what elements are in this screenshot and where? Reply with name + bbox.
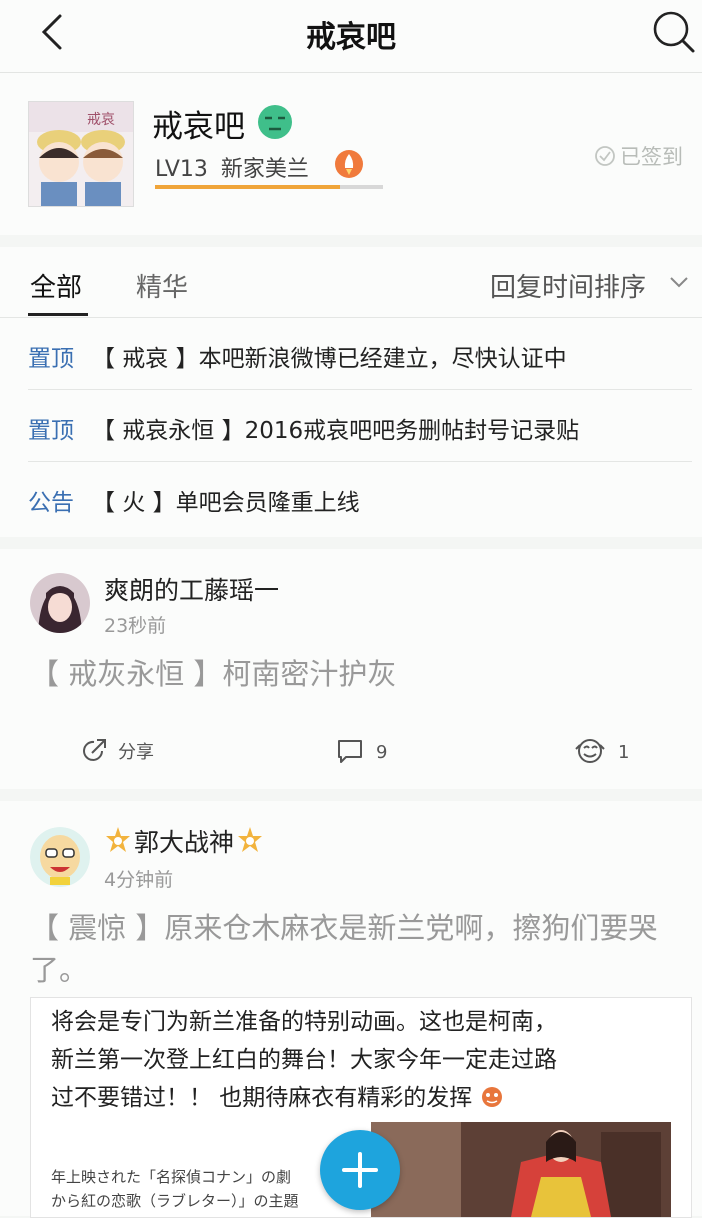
avatar[interactable] xyxy=(30,827,90,887)
top-bar: 戒哀吧 xyxy=(0,0,702,73)
svg-text:戒哀: 戒哀 xyxy=(87,112,115,128)
preview-text-line: 过不要错过！！ 也期待麻衣有精彩的发挥 xyxy=(51,1078,504,1112)
chevron-down-icon[interactable] xyxy=(668,275,690,289)
tab-essence[interactable]: 精华 xyxy=(136,267,188,304)
preview-text-line: 将会是专门为新兰准备的特别动画。这也是柯南， xyxy=(51,1009,557,1035)
avatar[interactable] xyxy=(30,573,90,633)
emoji-icon xyxy=(481,1087,502,1107)
signed-check-icon xyxy=(595,146,615,166)
forum-header: 戒哀 戒哀吧 LV13 新家美兰 已签到 xyxy=(0,73,702,235)
new-post-button[interactable] xyxy=(320,1130,400,1210)
post-card[interactable]: 爽朗的工藤瑶一 23秒前 【 戒灰永恒 】柯南密汁护灰 分享 9 1 xyxy=(0,549,702,789)
post-time: 23秒前 xyxy=(104,615,167,637)
pinned-tag: 置顶 xyxy=(28,346,74,372)
divider xyxy=(0,317,702,318)
post-time: 4分钟前 xyxy=(104,869,174,891)
share-icon xyxy=(83,739,106,761)
comment-button[interactable]: 9 xyxy=(336,737,387,765)
post-author[interactable]: 郭大战神 xyxy=(102,823,266,859)
level-progress-fill xyxy=(155,185,340,189)
tab-all[interactable]: 全部 xyxy=(30,267,82,304)
forum-name: 戒哀吧 xyxy=(152,109,245,145)
search-icon[interactable] xyxy=(650,8,696,54)
sort-dropdown[interactable]: 回复时间排序 xyxy=(490,267,646,304)
notice-text: 【 火 】单吧会员隆重上线 xyxy=(92,490,360,516)
post-author-name: 郭大战神 xyxy=(134,828,235,857)
notice-tag: 公告 xyxy=(28,490,74,516)
pinned-text: 【 戒哀永恒 】2016戒哀吧吧务删帖封号记录贴 xyxy=(92,418,580,444)
like-icon xyxy=(575,739,605,763)
plus-icon xyxy=(342,1152,378,1188)
level-number: LV13 xyxy=(155,157,208,182)
sign-status-label: 已签到 xyxy=(620,145,683,169)
pinned-item[interactable]: 置顶【 戒哀永恒 】2016戒哀吧吧务删帖封号记录贴 xyxy=(28,411,579,445)
level-title: 新家美兰 xyxy=(220,157,309,182)
preview-photo xyxy=(371,1122,671,1217)
tabs-panel: 全部 精华 回复时间排序 置顶【 戒哀 】本吧新浪微博已经建立，尽快认证中 置顶… xyxy=(0,247,702,537)
like-button[interactable]: 1 xyxy=(574,737,629,765)
pinned-text: 【 戒哀 】本吧新浪微博已经建立，尽快认证中 xyxy=(92,346,567,372)
preview-text-content: 过不要错过！！ 也期待麻衣有精彩的发挥 xyxy=(51,1085,473,1111)
pinned-item[interactable]: 置顶【 戒哀 】本吧新浪微博已经建立，尽快认证中 xyxy=(28,339,567,373)
share-button[interactable]: 分享 xyxy=(80,737,154,765)
star-badge-icon xyxy=(238,827,263,852)
comment-count: 9 xyxy=(376,742,388,763)
post-title[interactable]: 【 震惊 】原来仓木麻衣是新兰党啊，擦狗们要哭了。 xyxy=(30,907,680,991)
like-count: 1 xyxy=(618,742,630,763)
level-face-icon xyxy=(258,105,292,139)
share-label: 分享 xyxy=(118,742,154,763)
post-title[interactable]: 【 戒灰永恒 】柯南密汁护灰 xyxy=(30,653,680,695)
forum-avatar[interactable]: 戒哀 xyxy=(28,101,134,207)
preview-jp-line: から紅の恋歌（ラブレター）」の主題 xyxy=(51,1192,299,1210)
preview-text-line: 新兰第一次登上红白的舞台！大家今年一定走过路 xyxy=(51,1047,557,1073)
star-badge-icon xyxy=(106,827,130,852)
post-author[interactable]: 爽朗的工藤瑶一 xyxy=(104,571,279,607)
forum-level: LV13 新家美兰 xyxy=(155,151,309,183)
preview-jp-line: 年上映された「名探偵コナン」の劇 xyxy=(51,1168,292,1186)
rocket-icon xyxy=(335,150,363,178)
divider xyxy=(28,389,692,390)
divider xyxy=(28,461,692,462)
notice-item[interactable]: 公告【 火 】单吧会员隆重上线 xyxy=(28,483,360,517)
comment-icon xyxy=(338,740,362,763)
tab-active-indicator xyxy=(28,313,88,316)
level-progress-bar xyxy=(155,185,383,189)
sign-status[interactable]: 已签到 xyxy=(594,141,683,171)
pinned-tag: 置顶 xyxy=(28,418,74,444)
page-title: 戒哀吧 xyxy=(306,20,396,55)
